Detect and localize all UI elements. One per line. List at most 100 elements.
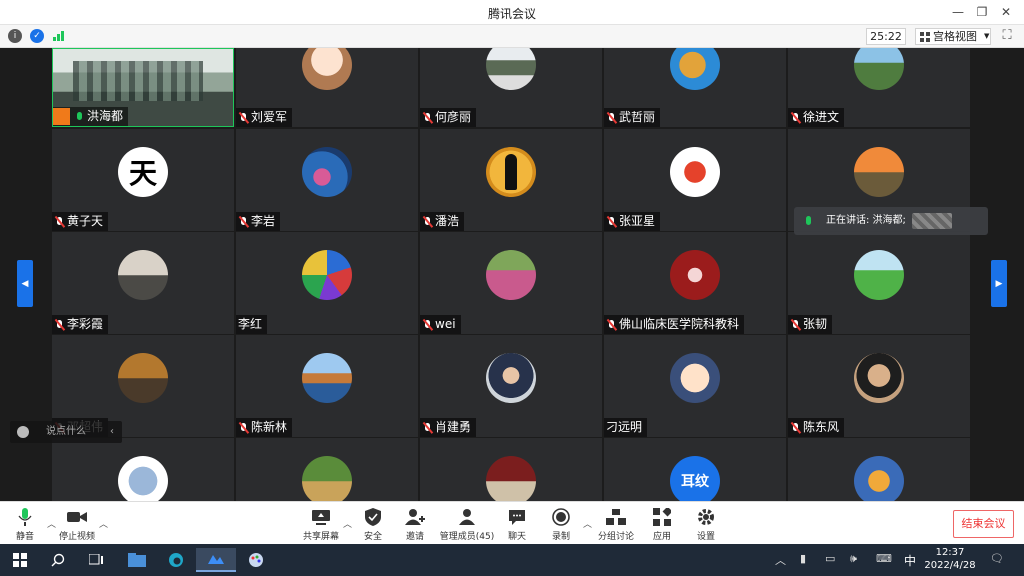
participant-tile[interactable] <box>788 438 970 501</box>
participant-name: 黄子天 <box>67 214 104 228</box>
participant-tile[interactable]: 潘浩 <box>420 129 602 231</box>
signal-icon[interactable] <box>52 29 66 43</box>
settings-button[interactable]: 设置 <box>682 507 730 542</box>
participant-name-tag: 李红 <box>236 315 268 334</box>
search-icon[interactable] <box>38 548 78 572</box>
apps-label: 应用 <box>652 532 671 542</box>
participant-tile[interactable]: 徐进文 <box>788 48 970 127</box>
participant-avatar <box>486 147 536 197</box>
microphone-icon <box>18 508 32 526</box>
add-user-icon <box>405 509 425 525</box>
edge-icon[interactable] <box>156 548 196 572</box>
participant-tile[interactable]: 刘爱军 <box>236 48 418 127</box>
chat-button[interactable]: 聊天 <box>493 507 541 542</box>
participant-tile[interactable]: 刁远明 <box>604 335 786 437</box>
ime-indicator[interactable]: 中 <box>904 552 916 569</box>
video-gallery: 洪海都 刘爱军何彦丽 武哲丽 徐进文天黄子天 李岩 潘浩 张亚星李彩霞 李红 wei 佛山临床医学… <box>0 48 1024 501</box>
invite-button[interactable]: 邀请 <box>391 507 439 542</box>
microphone-muted-icon <box>606 319 617 331</box>
participant-name-tag: 何彦丽 <box>420 108 477 127</box>
shield-icon[interactable]: ✓ <box>30 29 44 43</box>
participant-tile[interactable]: 张亚星 <box>604 129 786 231</box>
microphone-muted-icon <box>422 216 433 228</box>
share-screen-icon <box>312 510 330 525</box>
apps-button[interactable]: 应用 <box>638 507 686 542</box>
windows-start-icon[interactable] <box>0 548 40 572</box>
participant-tile[interactable]: 李彩霞 <box>52 232 234 334</box>
manage-members-button[interactable]: 管理成员(45) <box>437 507 497 542</box>
participant-tile[interactable] <box>420 438 602 501</box>
prev-page-arrow[interactable]: ◀ <box>17 260 33 307</box>
participant-avatar <box>670 353 720 403</box>
chat-icon <box>509 509 525 525</box>
info-icon[interactable]: i <box>8 29 22 43</box>
system-clock[interactable]: 12:37 2022/4/28 <box>922 546 978 572</box>
participant-tile[interactable]: 李红 <box>236 232 418 334</box>
emoji-icon[interactable] <box>17 426 29 438</box>
participant-name: 陈新林 <box>251 420 288 434</box>
chat-input-bar[interactable]: 说点什么 ‹ <box>10 421 122 443</box>
close-icon[interactable]: ✕ <box>994 3 1018 21</box>
volume-icon[interactable]: 🕪 <box>850 552 857 566</box>
microphone-muted-icon <box>238 422 249 434</box>
stop-video-button[interactable]: 停止视频 <box>53 507 101 542</box>
participant-name: 刁远明 <box>606 420 643 434</box>
keyboard-icon[interactable]: ⌨ <box>876 552 892 565</box>
participant-tile[interactable]: 洪海都 <box>52 48 234 127</box>
participant-tile[interactable]: 武哲丽 <box>604 48 786 127</box>
end-meeting-button[interactable]: 结束会议 <box>953 510 1014 538</box>
view-mode-button[interactable]: 宫格视图 ▼ <box>915 28 991 45</box>
participant-tile[interactable]: 天黄子天 <box>52 129 234 231</box>
participant-tile[interactable] <box>52 438 234 501</box>
notification-icon[interactable]: 🗨 <box>990 552 1004 565</box>
participant-tile[interactable] <box>236 438 418 501</box>
explorer-icon[interactable] <box>117 548 157 572</box>
record-button[interactable]: 录制 <box>537 507 585 542</box>
participant-tile[interactable]: 肖建勇 <box>420 335 602 437</box>
camera-icon <box>67 512 87 522</box>
participant-name: 何彦丽 <box>435 110 472 124</box>
participant-tile[interactable]: 张韧 <box>788 232 970 334</box>
task-view-icon[interactable] <box>76 548 116 572</box>
participant-avatar <box>118 353 168 403</box>
microphone-muted-icon <box>238 216 249 228</box>
fullscreen-icon[interactable]: ⛶ <box>998 28 1016 45</box>
participant-tile[interactable]: wei <box>420 232 602 334</box>
paint-icon[interactable] <box>236 548 276 572</box>
microphone-muted-icon <box>54 319 65 331</box>
next-page-arrow[interactable]: ▶ <box>991 260 1007 307</box>
network-icon[interactable]: ▭ <box>825 552 835 565</box>
participant-tile[interactable]: 陈东风 <box>788 335 970 437</box>
participant-tile[interactable]: 佛山临床医学院科教科 <box>604 232 786 334</box>
security-button[interactable]: 安全 <box>349 507 397 542</box>
restore-icon[interactable]: ❐ <box>970 3 994 21</box>
minimize-icon[interactable]: — <box>946 3 970 21</box>
participant-name-tag: 洪海都 <box>53 107 129 126</box>
participant-name-tag: 徐进文 <box>788 108 845 127</box>
participant-avatar <box>486 456 536 501</box>
breakout-rooms-button[interactable]: 分组讨论 <box>592 507 640 542</box>
participant-tile[interactable]: 何彦丽 <box>420 48 602 127</box>
tray-overflow-icon[interactable]: ︿ <box>775 552 786 568</box>
view-mode-label: 宫格视图 <box>933 30 977 43</box>
participant-video <box>73 61 203 101</box>
participant-tile[interactable]: 陈新林 <box>236 335 418 437</box>
participant-avatar <box>854 456 904 501</box>
usb-icon[interactable]: ▮ <box>800 552 806 565</box>
participant-avatar <box>486 48 536 90</box>
participant-tile[interactable]: 李岩 <box>236 129 418 231</box>
participant-name-tag: wei <box>420 315 461 334</box>
apps-icon <box>653 508 671 526</box>
mute-button[interactable]: 静音 <box>1 507 49 542</box>
invite-label: 邀请 <box>405 532 424 542</box>
security-label: 安全 <box>363 532 382 542</box>
record-options-caret[interactable]: ︿ <box>583 517 592 530</box>
share-screen-button[interactable]: 共享屏幕 <box>297 507 345 542</box>
video-options-caret[interactable]: ︿ <box>99 517 108 530</box>
microphone-muted-icon <box>790 112 801 124</box>
meeting-info-bar: i ✓ 25:22 宫格视图 ▼ ⛶ <box>0 25 1024 48</box>
tencent-meeting-taskbar-icon[interactable] <box>196 548 236 572</box>
participant-name: 武哲丽 <box>619 110 656 124</box>
collapse-icon[interactable]: ‹ <box>110 421 114 443</box>
participant-tile[interactable]: 耳纹 <box>604 438 786 501</box>
